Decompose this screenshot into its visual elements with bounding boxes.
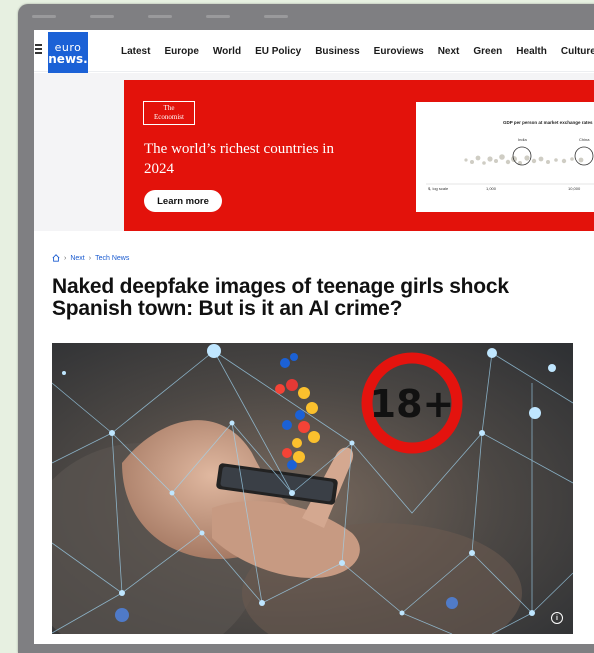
- breadcrumb-tech-news[interactable]: Tech News: [95, 255, 129, 262]
- device-frame: euro news. Latest Europe World EU Policy…: [18, 4, 594, 653]
- ad-chart-preview: GDP per person at market exchange rates: [416, 102, 594, 212]
- toolbar-bar: [264, 14, 288, 18]
- hero-illustration: 18+: [52, 343, 573, 634]
- main-nav: Latest Europe World EU Policy Business E…: [121, 46, 594, 57]
- economist-ad[interactable]: The Economist The world’s richest countr…: [124, 80, 594, 231]
- info-icon[interactable]: i: [551, 612, 563, 624]
- nav-business[interactable]: Business: [315, 46, 359, 57]
- euronews-logo[interactable]: euro news.: [48, 32, 88, 74]
- economist-logo: The Economist: [143, 101, 195, 125]
- nav-euroviews[interactable]: Euroviews: [374, 46, 424, 57]
- ad-chart-tick-1000: 1,000: [486, 186, 497, 191]
- breadcrumb: › Next › Tech News: [52, 254, 129, 262]
- logo-line2: news.: [48, 51, 88, 66]
- toolbar-bar: [32, 14, 56, 18]
- toolbar-bar: [206, 14, 230, 18]
- nav-latest[interactable]: Latest: [121, 46, 150, 57]
- menu-icon[interactable]: [35, 44, 44, 54]
- browser-toolbar: [18, 4, 594, 28]
- ad-chart-label-india: India: [518, 137, 527, 142]
- article-hero-image[interactable]: 18+ i: [52, 343, 573, 634]
- economist-logo-name: Economist: [154, 113, 184, 121]
- breadcrumb-next[interactable]: Next: [70, 255, 84, 262]
- toolbar-bar: [148, 14, 172, 18]
- economist-logo-the: The: [163, 104, 175, 112]
- toolbar-bar: [90, 14, 114, 18]
- ad-chart-graphic: [426, 146, 594, 185]
- nav-culture[interactable]: Culture: [561, 46, 594, 57]
- nav-health[interactable]: Health: [516, 46, 547, 57]
- nav-eu-policy[interactable]: EU Policy: [255, 46, 301, 57]
- ad-chart-label-china: China: [579, 137, 590, 142]
- ad-chart-axis-note: $, log scale: [428, 186, 449, 191]
- learn-more-button[interactable]: Learn more: [144, 190, 222, 212]
- chevron-right-icon: ›: [88, 254, 92, 262]
- nav-next[interactable]: Next: [438, 46, 460, 57]
- site-header: euro news. Latest Europe World EU Policy…: [34, 30, 594, 74]
- chevron-right-icon: ›: [64, 254, 67, 262]
- home-icon[interactable]: [52, 254, 60, 262]
- badge-18-plus: 18+: [370, 382, 455, 426]
- ad-container: The Economist The world’s richest countr…: [34, 73, 594, 231]
- nav-europe[interactable]: Europe: [164, 46, 198, 57]
- nav-green[interactable]: Green: [473, 46, 502, 57]
- article-headline: Naked deepfake images of teenage girls s…: [52, 275, 509, 320]
- browser-viewport: euro news. Latest Europe World EU Policy…: [34, 30, 594, 644]
- logo-line1: euro: [54, 40, 82, 54]
- ad-title: The world’s richest countries in 2024: [144, 141, 334, 177]
- nav-world[interactable]: World: [213, 46, 241, 57]
- ad-chart-tick-10000: 10,000: [568, 186, 581, 191]
